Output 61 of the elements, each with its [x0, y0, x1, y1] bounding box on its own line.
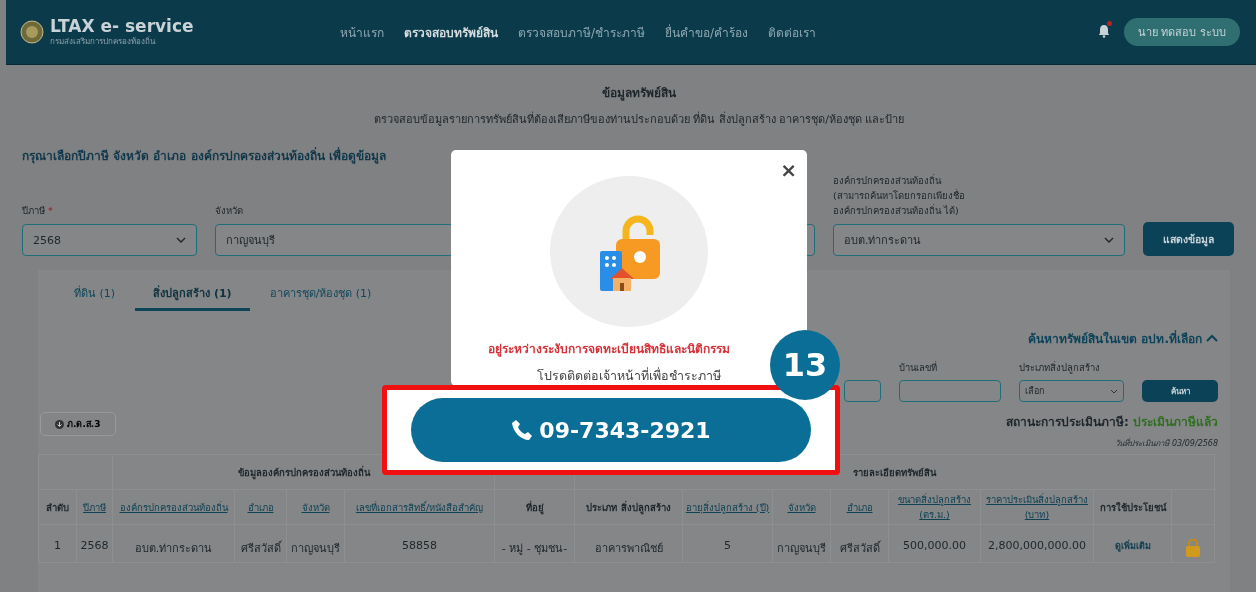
column-header: ลำดับ — [46, 500, 69, 515]
table-cell: 5 — [724, 539, 731, 552]
select-field[interactable]: อบต.ท่ากระดาน — [833, 224, 1125, 256]
table-cell: 58858 — [402, 539, 437, 552]
search-button[interactable]: ค้นหา — [1142, 380, 1218, 402]
tab[interactable]: สิ่งปลูกสร้าง (1) — [135, 284, 250, 311]
chevron-down-icon — [1104, 237, 1114, 243]
table-cell: 2568 — [80, 539, 109, 552]
field-label: ปีภาษี * — [22, 204, 54, 218]
group-header: ข้อมูลองค์กรปกครองส่วนท้องถิ่น — [237, 464, 370, 480]
select-field[interactable]: เลือก — [1019, 380, 1124, 402]
nav-link[interactable]: หน้าแรก — [340, 22, 384, 42]
instruction-text: กรุณาเลือกปีภาษี จังหวัด อำเภอ องค์กรปกครองส่วนท้องถิ่น เพื่อดูข้อมูล — [22, 146, 387, 165]
nav-link[interactable]: ติดต่อเรา — [768, 22, 817, 42]
table-cell: กาญจนบุรี — [777, 542, 826, 555]
table-cell: ศรีสวัสดิ์ — [240, 542, 281, 555]
group-header: รายละเอียดทรัพย์สิน — [853, 465, 936, 480]
input-field[interactable] — [899, 380, 1001, 402]
field-label: บ้านเลขที่ — [899, 360, 938, 375]
nav-link[interactable]: ยื่นคำขอ/คำร้อง — [665, 22, 749, 42]
emblem-icon — [20, 20, 44, 44]
show-data-button[interactable]: แสดงข้อมูล — [1143, 222, 1234, 256]
tab[interactable]: ที่ดิน (1) — [56, 284, 134, 311]
field-label: ประเภทสิ่งปลูกสร้าง — [1019, 360, 1101, 375]
chevron-down-icon — [176, 237, 186, 243]
table-cell: 1 — [54, 539, 61, 552]
tab[interactable]: อาคารชุด/ห้องชุด (1) — [251, 284, 390, 311]
chevron-down-icon — [1110, 388, 1118, 394]
nav-link[interactable]: ตรวจสอบภาษี/ชำระภาษี — [518, 22, 646, 42]
column-header: ประเภท สิ่งปลูกสร้าง — [586, 499, 671, 515]
input-field[interactable] — [844, 380, 881, 402]
table-cell: ศรีสวัสดิ์ — [839, 542, 880, 555]
select-field[interactable]: 2568 — [22, 224, 197, 256]
field-label: องค์กรปกครองส่วนท้องถิ่น (สามารถค้นหาโดยกรอกเพียงชื่อ องค์กรปกครองส่วนท้องถิ่น ได้) — [833, 173, 966, 218]
field-label: จังหวัด — [215, 204, 244, 218]
page-title: ข้อมูลทรัพย์สิน — [601, 85, 677, 102]
table-cell: อาคารพาณิชย์ — [594, 542, 663, 555]
phone-button[interactable]: 09-7343-2921 — [411, 398, 811, 462]
chevron-up-icon — [1206, 334, 1218, 343]
phone-icon — [511, 419, 534, 441]
table-cell: 500,000.00 — [903, 539, 966, 552]
page-subtitle: ตรวจสอบข้อมูลรายการทรัพย์สินที่ต้องเสียภาษีของท่านประกอบด้วย ที่ดิน สิ่งปลูกสร้าง อาคารชุด/ห้องชุด และป้าย — [372, 110, 906, 128]
download-icon — [55, 419, 64, 429]
user-button[interactable]: นาย ทดสอบ ระบบ — [1124, 18, 1240, 46]
table-cell: อบต.ท่ากระดาน — [134, 542, 213, 555]
warning-message: อยู่ระหว่างระงับการจดทะเบียนสิทธิและนิติกรรม — [488, 341, 730, 358]
site-subtitle: กรมส่งเสริมการปกครองท้องถิ่น — [50, 35, 157, 48]
assessment-date: วันที่ประเมินภาษี 03/09/2568 — [1114, 437, 1218, 450]
bell-icon[interactable] — [1098, 23, 1110, 38]
assessment-status: สถานะการประเมินภาษี: ประเมินภาษีแล้ว — [1006, 414, 1218, 431]
nav-link[interactable]: ตรวจสอบทรัพย์สิน — [404, 22, 498, 42]
table-cell: กาญจนบุรี — [291, 542, 340, 555]
column-header: ที่อยู่ — [525, 499, 544, 515]
contact-hint: โปรดติดต่อเจ้าหน้าที่เพื่อชำระภาษี — [537, 366, 721, 385]
more-link[interactable]: ดูเพิ่มเติม — [1114, 541, 1151, 551]
form-button[interactable]: ภ.ด.ส.3 — [40, 412, 116, 436]
table-cell: - หมู่ - ชุมชน- — [501, 542, 568, 555]
close-button[interactable]: × — [780, 160, 797, 180]
site-title: LTAX e- service — [50, 16, 194, 35]
table-cell: 2,800,000,000.00 — [988, 539, 1086, 552]
column-header: การใช้ประโยชน์ — [1099, 500, 1166, 515]
